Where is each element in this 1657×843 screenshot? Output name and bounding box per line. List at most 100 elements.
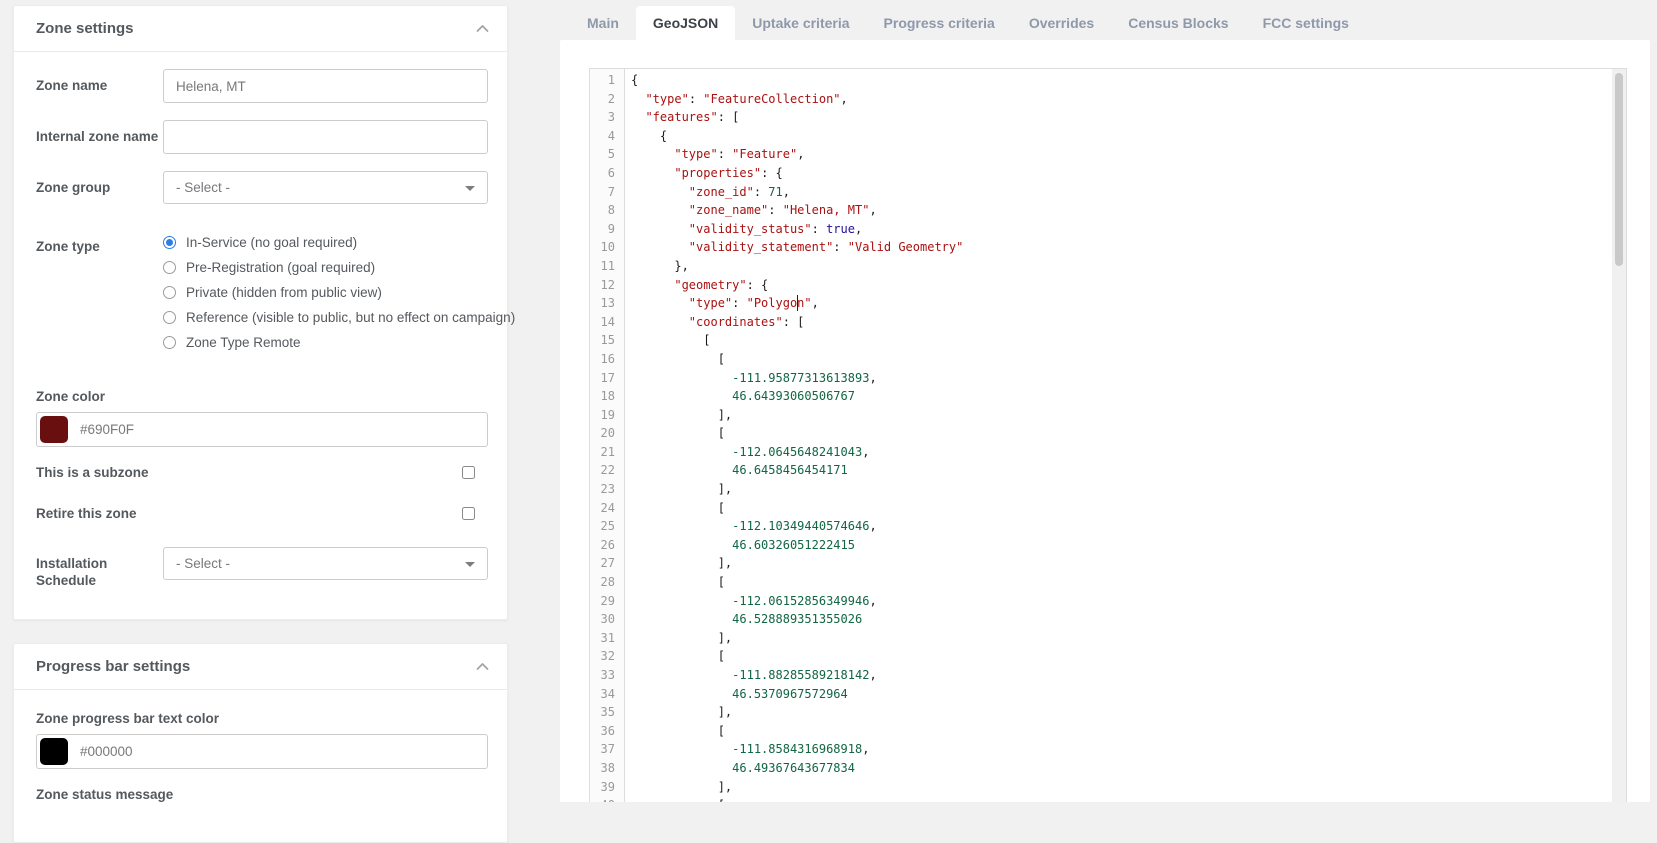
- code-line[interactable]: [: [631, 350, 1626, 369]
- line-number: 2: [607, 91, 615, 106]
- tab-fcc-settings[interactable]: FCC settings: [1246, 6, 1366, 40]
- code-line[interactable]: [: [631, 796, 1626, 802]
- retire-row: Retire this zone: [36, 506, 488, 521]
- radio-unselected-icon[interactable]: [163, 286, 176, 299]
- editor-scrollbar-track[interactable]: [1612, 69, 1626, 802]
- code-line[interactable]: "validity_status": true,: [631, 220, 1626, 239]
- code-line[interactable]: -111.88285589218142,: [631, 666, 1626, 685]
- code-line[interactable]: {: [631, 71, 1626, 90]
- editor-scrollbar-thumb[interactable]: [1615, 73, 1623, 266]
- zone-type-option[interactable]: In-Service (no goal required): [163, 230, 488, 255]
- zone-type-option-label: Private (hidden from public view): [186, 285, 382, 300]
- code-line[interactable]: 46.6458456454171: [631, 461, 1626, 480]
- editor-code-area[interactable]: { "type": "FeatureCollection", "features…: [625, 69, 1626, 802]
- zone-type-option[interactable]: Pre-Registration (goal required): [163, 255, 488, 280]
- code-line[interactable]: 46.5370967572964: [631, 685, 1626, 704]
- code-line[interactable]: "properties": {: [631, 164, 1626, 183]
- code-line[interactable]: [: [631, 424, 1626, 443]
- code-line[interactable]: "coordinates": [: [631, 313, 1626, 332]
- code-line[interactable]: ],: [631, 703, 1626, 722]
- line-number: 37: [600, 742, 615, 757]
- line-number: 22: [600, 463, 615, 478]
- progress-bar-settings-card: Progress bar settings Zone progress bar …: [13, 643, 508, 843]
- tab-progress-criteria[interactable]: Progress criteria: [867, 6, 1012, 40]
- code-line[interactable]: ],: [631, 406, 1626, 425]
- collapse-chevron-up-icon[interactable]: [476, 24, 489, 33]
- progress-bar-settings-title: Progress bar settings: [36, 658, 191, 675]
- line-number: 25: [600, 519, 615, 534]
- installation-schedule-select[interactable]: - Select -: [163, 547, 488, 580]
- geojson-tab-panel: 1 2 3 4 5 6 7 8 9 10 11 12 13 14 15 16 17 18 19 20 21 22 23 24 2…: [560, 40, 1650, 802]
- line-number: 9: [607, 221, 615, 236]
- line-number: 24: [600, 500, 615, 515]
- code-line[interactable]: [: [631, 647, 1626, 666]
- code-line[interactable]: [: [631, 331, 1626, 350]
- code-line[interactable]: ],: [631, 554, 1626, 573]
- zone-type-option-label: Pre-Registration (goal required): [186, 260, 376, 275]
- code-line[interactable]: -112.0645648241043,: [631, 443, 1626, 462]
- collapse-chevron-up-icon[interactable]: [476, 662, 489, 671]
- tab-geojson[interactable]: GeoJSON: [635, 6, 736, 40]
- code-line[interactable]: [: [631, 499, 1626, 518]
- code-line[interactable]: "type": "Feature",: [631, 145, 1626, 164]
- line-number: 39: [600, 779, 615, 794]
- internal-zone-name-input[interactable]: [163, 120, 488, 154]
- code-line[interactable]: -112.06152856349946,: [631, 592, 1626, 611]
- line-number: 33: [600, 668, 615, 682]
- zone-color-input[interactable]: #690F0F: [36, 412, 488, 447]
- code-line[interactable]: 46.60326051222415: [631, 536, 1626, 555]
- line-number: 30: [600, 612, 615, 627]
- tab-census-blocks[interactable]: Census Blocks: [1111, 6, 1245, 40]
- radio-unselected-icon[interactable]: [163, 261, 176, 274]
- line-number: 1: [607, 73, 615, 87]
- code-line[interactable]: "geometry": {: [631, 276, 1626, 295]
- code-line[interactable]: "validity_statement": "Valid Geometry": [631, 238, 1626, 257]
- line-number: 4: [607, 128, 615, 143]
- installation-schedule-label: Installation Schedule: [36, 556, 108, 588]
- zone-color-swatch[interactable]: [40, 416, 68, 443]
- code-line[interactable]: "zone_name": "Helena, MT",: [631, 201, 1626, 220]
- code-line[interactable]: "type": "Polygon",: [631, 294, 1626, 313]
- code-line[interactable]: {: [631, 127, 1626, 146]
- code-line[interactable]: -111.95877313613893,: [631, 369, 1626, 388]
- line-number: 32: [600, 649, 615, 664]
- line-number: 7: [607, 184, 615, 199]
- subzone-checkbox[interactable]: [462, 466, 475, 479]
- progress-text-color-input[interactable]: #000000: [36, 734, 488, 769]
- zone-name-input[interactable]: [163, 69, 488, 103]
- line-number: 27: [600, 556, 615, 571]
- code-line[interactable]: ],: [631, 778, 1626, 797]
- code-line[interactable]: [: [631, 573, 1626, 592]
- tab-uptake-criteria[interactable]: Uptake criteria: [735, 6, 866, 40]
- zone-type-option[interactable]: Private (hidden from public view): [163, 280, 488, 305]
- line-number: 26: [600, 537, 615, 552]
- zone-status-message-label: Zone status message: [36, 787, 174, 802]
- code-line[interactable]: "type": "FeatureCollection",: [631, 90, 1626, 109]
- tab-main[interactable]: Main: [570, 6, 636, 40]
- code-line[interactable]: [: [631, 722, 1626, 741]
- zone-type-option[interactable]: Reference (visible to public, but no eff…: [163, 305, 515, 330]
- code-line[interactable]: 46.528889351355026: [631, 610, 1626, 629]
- zone-settings-header: Zone settings: [14, 6, 507, 52]
- geojson-code-editor[interactable]: 1 2 3 4 5 6 7 8 9 10 11 12 13 14 15 16 17 18 19 20 21 22 23 24 2…: [589, 68, 1627, 802]
- zone-type-option-label: In-Service (no goal required): [186, 235, 358, 250]
- radio-unselected-icon[interactable]: [163, 336, 176, 349]
- retire-checkbox[interactable]: [462, 507, 475, 520]
- radio-unselected-icon[interactable]: [163, 311, 176, 324]
- line-number: 6: [607, 165, 615, 180]
- code-line[interactable]: "zone_id": 71,: [631, 183, 1626, 202]
- zone-type-option[interactable]: Zone Type Remote: [163, 330, 488, 355]
- code-line[interactable]: ],: [631, 629, 1626, 648]
- code-line[interactable]: ],: [631, 480, 1626, 499]
- zone-group-select[interactable]: - Select -: [163, 171, 488, 204]
- progress-text-color-swatch[interactable]: [40, 738, 68, 765]
- radio-selected-icon[interactable]: [163, 236, 176, 249]
- line-number: 29: [600, 593, 615, 608]
- code-line[interactable]: 46.64393060506767: [631, 387, 1626, 406]
- code-line[interactable]: "features": [: [631, 108, 1626, 127]
- code-line[interactable]: },: [631, 257, 1626, 276]
- code-line[interactable]: -111.8584316968918,: [631, 740, 1626, 759]
- code-line[interactable]: 46.49367643677834: [631, 759, 1626, 778]
- code-line[interactable]: -112.10349440574646,: [631, 517, 1626, 536]
- tab-overrides[interactable]: Overrides: [1012, 6, 1111, 40]
